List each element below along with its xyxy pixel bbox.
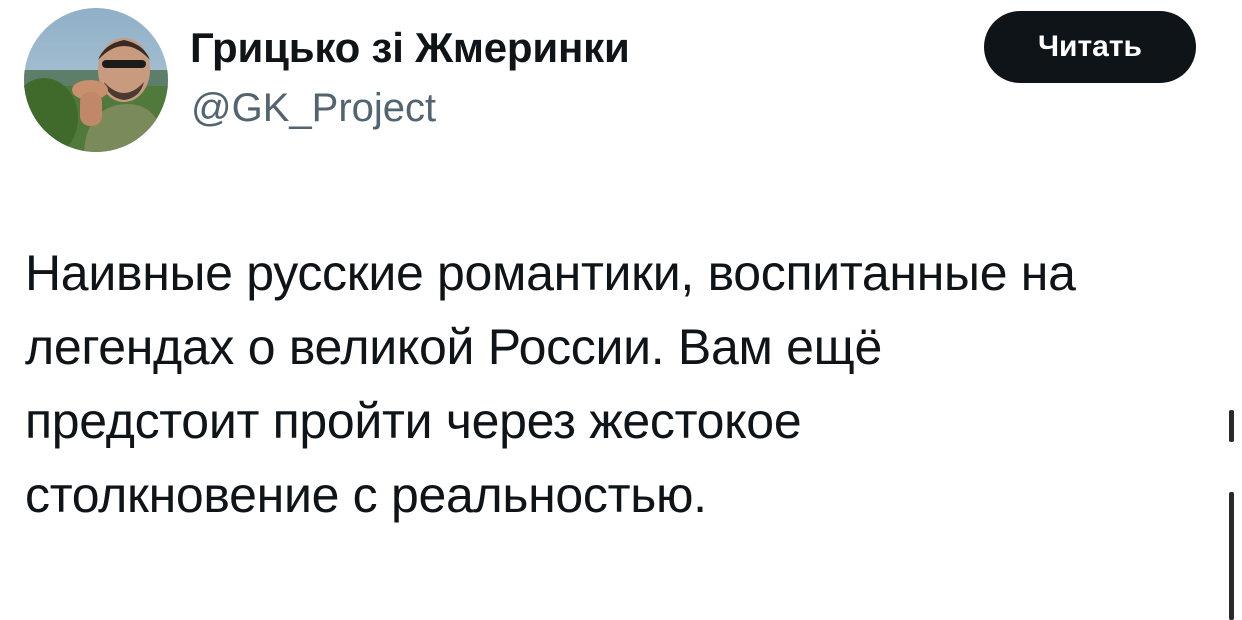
author-display-name[interactable]: Грицько зі Жмеринки [190, 24, 630, 72]
avatar[interactable] [24, 8, 168, 152]
tweet-text: Наивные русские романтики, воспитанные н… [25, 245, 1076, 523]
scrollbar-mark-top [1229, 410, 1234, 442]
author-handle[interactable]: @GK_Project [191, 86, 436, 131]
avatar-image [24, 8, 168, 152]
follow-button[interactable]: Читать [984, 11, 1196, 83]
scrollbar-mark-bottom [1229, 492, 1234, 620]
tweet-card: Грицько зі Жмеринки @GK_Project Читать Н… [0, 0, 1242, 620]
